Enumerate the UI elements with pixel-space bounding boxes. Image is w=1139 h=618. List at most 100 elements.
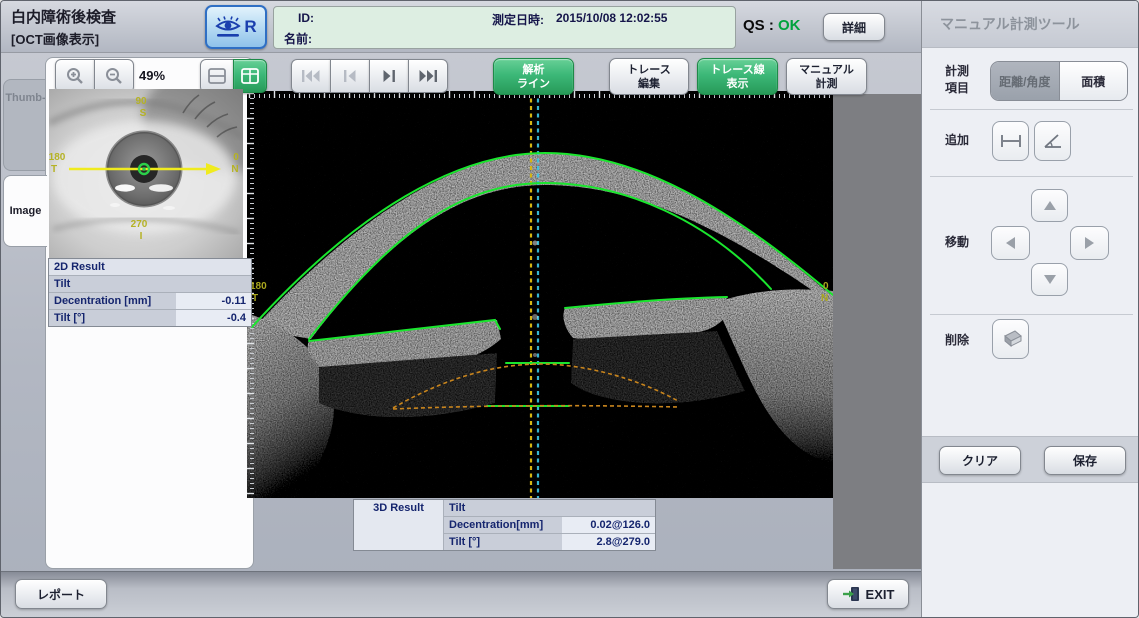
panel-title: マニュアル計測ツール: [922, 1, 1139, 48]
divider: [930, 314, 1133, 315]
last-frame-icon: [418, 69, 438, 83]
arrow-down-icon: [1044, 275, 1056, 284]
analysis-line-button[interactable]: 解析 ライン: [493, 58, 574, 95]
axis-label-180: 180: [49, 152, 66, 163]
move-down-button[interactable]: [1031, 263, 1068, 296]
clear-button[interactable]: クリア: [939, 446, 1021, 475]
segment-area[interactable]: 面積: [1060, 62, 1128, 100]
oct-label-n: N: [821, 293, 828, 304]
measure-item-label: 計測 項目: [945, 63, 969, 97]
result-3d-row-label: Decentration[mm]: [444, 517, 562, 533]
divider: [930, 176, 1133, 177]
analysis-line-label1: 解析: [523, 63, 545, 77]
trace-display-label2: 表示: [727, 77, 749, 91]
axis-label-s: S: [140, 108, 147, 119]
move-left-button[interactable]: [991, 226, 1030, 260]
axis-label-270: 270: [131, 219, 148, 230]
trace-display-label1: トレース線: [710, 63, 764, 77]
qs-label: QS :: [743, 17, 774, 34]
result-2d-row-value: -0.4: [176, 310, 251, 326]
result-2d-row-value: -0.11: [176, 293, 251, 309]
axis-label-90: 90: [135, 96, 147, 107]
eye-side-label: R: [244, 17, 256, 37]
next-frame-button[interactable]: [369, 59, 409, 93]
first-frame-icon: [301, 69, 321, 83]
oct-label-t: T: [252, 293, 258, 304]
first-frame-button[interactable]: [291, 59, 331, 93]
oct-bscan-view[interactable]: 180 T 0 N: [247, 91, 833, 498]
axis-label-t: T: [51, 164, 57, 175]
manual-measure-button[interactable]: マニュアル 計測: [786, 58, 867, 95]
result-3d-row-value: 2.8@279.0: [562, 534, 655, 550]
next-frame-icon: [381, 69, 397, 83]
eye-icon: [215, 15, 241, 39]
distance-measure-icon: [1000, 134, 1022, 148]
result-3d-row-value: 0.02@126.0: [562, 517, 655, 533]
result-3d-title: 3D Result: [354, 500, 444, 550]
add-label: 追加: [945, 132, 969, 149]
analysis-line-label2: ライン: [517, 77, 550, 91]
table-row: Decentration[mm] 0.02@126.0: [444, 516, 655, 533]
arrow-right-icon: [1085, 237, 1094, 249]
angle-measure-icon: [1043, 133, 1063, 149]
eye-side-indicator[interactable]: R: [205, 5, 267, 49]
last-frame-button[interactable]: [408, 59, 448, 93]
zoom-in-icon: [65, 66, 85, 86]
manual-measure-label1: マニュアル: [799, 63, 854, 77]
prev-frame-button[interactable]: [330, 59, 370, 93]
axis-label-0: 0: [233, 152, 239, 163]
exit-label: EXIT: [866, 587, 895, 602]
result-3d-table: 3D Result Tilt Decentration[mm] 0.02@126…: [353, 499, 656, 551]
measure-item-label2: 項目: [945, 80, 969, 97]
split-view-icon: [208, 68, 226, 84]
result-3d-section: Tilt: [444, 500, 655, 516]
arrow-up-icon: [1044, 201, 1056, 210]
detail-button[interactable]: 詳細: [823, 13, 885, 41]
manual-measure-panel: マニュアル計測ツール 計測 項目 距離/角度 面積 追加 移動: [921, 1, 1139, 618]
zoom-in-button[interactable]: [55, 59, 95, 93]
move-right-button[interactable]: [1070, 226, 1109, 260]
result-2d-row-label: Decentration [mm]: [49, 293, 176, 309]
oct-label-180: 180: [250, 281, 267, 292]
delete-eraser-button[interactable]: [992, 319, 1029, 359]
move-label: 移動: [945, 234, 969, 251]
result-2d-table: 2D Result Tilt Decentration [mm] -0.11 T…: [48, 258, 252, 327]
trace-display-button[interactable]: トレース線 表示: [697, 58, 778, 95]
result-2d-section: Tilt: [49, 276, 251, 292]
footer-bar: [1, 571, 921, 618]
tab-image[interactable]: Image: [3, 175, 47, 247]
move-up-button[interactable]: [1031, 189, 1068, 222]
tab-thumbnail[interactable]: Thumb-: [3, 79, 47, 171]
add-distance-button[interactable]: [992, 121, 1029, 161]
add-angle-button[interactable]: [1034, 121, 1071, 161]
divider: [930, 109, 1133, 110]
layout-single-button[interactable]: [200, 59, 234, 93]
layout-grid-button[interactable]: [233, 59, 267, 93]
result-3d-row-label: Tilt [°]: [444, 534, 562, 550]
exit-icon: [842, 586, 860, 602]
measure-item-label1: 計測: [945, 63, 969, 80]
header-bar: 白内障術後検査 [OCT画像表示] R ID: 名前: 測定日時: 2015/1…: [1, 1, 921, 53]
arrow-left-icon: [1006, 237, 1015, 249]
report-button[interactable]: レポート: [15, 579, 107, 609]
prev-frame-icon: [342, 69, 358, 83]
actions-bar: クリア 保存: [922, 436, 1139, 483]
zoom-out-icon: [104, 66, 124, 86]
zoom-out-button[interactable]: [94, 59, 134, 93]
save-button[interactable]: 保存: [1044, 446, 1126, 475]
name-label: 名前:: [284, 30, 312, 47]
segment-distance-angle[interactable]: 距離/角度: [991, 62, 1060, 100]
table-row: Decentration [mm] -0.11: [49, 292, 251, 309]
page-subtitle: [OCT画像表示]: [11, 29, 99, 48]
oct-label-0: 0: [823, 281, 829, 292]
zoom-percent: 49%: [139, 68, 165, 83]
exit-button[interactable]: EXIT: [827, 579, 909, 609]
qs-status: QS : OK: [743, 17, 801, 34]
trace-edit-button[interactable]: トレース 編集: [609, 58, 689, 95]
measure-type-segment: 距離/角度 面積: [990, 61, 1128, 101]
trace-edit-label1: トレース: [627, 63, 670, 77]
application-window: 白内障術後検査 [OCT画像表示] R ID: 名前: 測定日時: 2015/1…: [0, 0, 1139, 618]
axis-label-n: N: [231, 164, 238, 175]
fundus-thumbnail[interactable]: 90 S 270 I 180 T 0 N: [49, 89, 243, 259]
datetime-value: 2015/10/08 12:02:55: [556, 11, 667, 25]
